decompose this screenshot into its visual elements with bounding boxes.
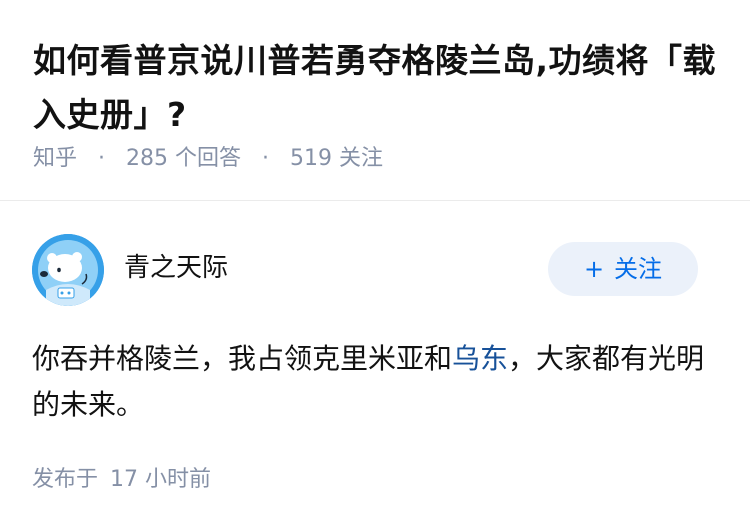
answer-inline-link[interactable]: 乌东	[452, 342, 508, 375]
source-label[interactable]: 知乎	[33, 146, 77, 171]
author-name[interactable]: 青之天际	[124, 250, 228, 286]
answer-content: 你吞并格陵兰，我占领克里米亚和乌东，大家都有光明的未来。	[32, 336, 722, 428]
published-label: 发布于	[32, 467, 99, 492]
meta-separator: ·	[262, 146, 270, 171]
meta-separator: ·	[98, 146, 106, 171]
follower-count-label: 关注	[339, 146, 384, 171]
question-meta: 知乎 · 285 个回答 · 519 关注	[33, 143, 383, 175]
follower-count: 519	[290, 146, 333, 171]
follow-button[interactable]: + 关注	[548, 242, 698, 296]
answer-page: 如何看普京说川普若勇夺格陵兰岛,功绩将「载入史册」? 知乎 · 285 个回答 …	[0, 0, 750, 532]
published-time: 17 小时前	[110, 467, 212, 492]
question-header: 如何看普京说川普若勇夺格陵兰岛,功绩将「载入史册」? 知乎 · 285 个回答 …	[0, 0, 750, 200]
author-avatar[interactable]	[32, 234, 104, 306]
section-divider	[0, 200, 750, 201]
answer-count: 285	[126, 146, 169, 171]
plus-icon: +	[583, 255, 605, 283]
question-title[interactable]: 如何看普京说川普若勇夺格陵兰岛,功绩将「载入史册」?	[33, 34, 723, 142]
follow-button-label: 关注	[614, 255, 663, 283]
polar-bear-avatar-icon	[32, 234, 104, 306]
answer-count-label: 个回答	[175, 146, 242, 171]
answer-footer: 发布于 17 小时前	[32, 464, 211, 496]
answer-text-before-link: 你吞并格陵兰，我占领克里米亚和	[32, 342, 453, 375]
